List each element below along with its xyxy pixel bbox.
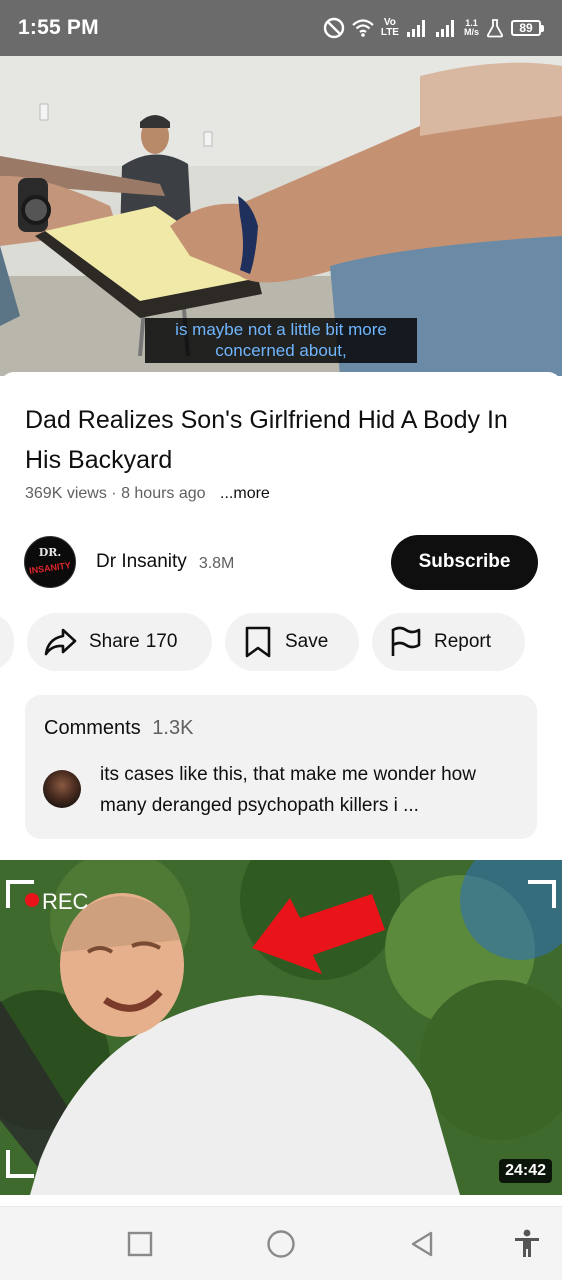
video-duration: 24:42 [499, 1159, 552, 1183]
back-button[interactable] [405, 1227, 439, 1261]
status-icons: Vo LTE 1.1 M/s 89 [323, 17, 544, 39]
signal-icon [406, 20, 425, 37]
comments-section[interactable]: Comments 1.3K its cases like this, that … [25, 695, 537, 839]
top-comment: its cases like this, that make me wonder… [100, 764, 476, 816]
bookmark-icon [245, 626, 271, 658]
signal-icon [435, 20, 454, 37]
next-video-thumbnail[interactable]: REC 24:42 [0, 860, 562, 1195]
report-label: Report [434, 631, 492, 652]
accessibility-icon [515, 1229, 539, 1257]
more-link[interactable]: ...more [220, 485, 270, 502]
subscriber-count: 3.8M [198, 554, 235, 572]
battery-icon: 89 [511, 20, 544, 36]
flag-icon [391, 626, 421, 656]
square-icon [127, 1231, 153, 1257]
recents-button[interactable] [123, 1227, 157, 1261]
battery-tip [541, 24, 544, 32]
share-count: 170 [145, 631, 178, 652]
lab-icon [486, 19, 504, 38]
caption-line-2: concerned about, [215, 341, 347, 360]
action-chips: Share 170 Save Report [0, 613, 562, 671]
save-label: Save [285, 631, 329, 652]
system-navigation-bar [0, 1206, 562, 1280]
like-chip[interactable] [0, 613, 14, 671]
save-button[interactable]: Save [225, 613, 359, 671]
share-icon [44, 628, 77, 656]
upload-age: 8 hours ago [121, 485, 206, 502]
video-caption: is maybe not a little bit more concerned… [145, 318, 417, 363]
wifi-icon [352, 19, 374, 37]
channel-name[interactable]: Dr Insanity [96, 551, 187, 573]
avatar-logo-bottom: INSANITY [28, 560, 72, 576]
avatar-logo-top: DR. [38, 546, 62, 559]
video-details-sheet: Dad Realizes Son's Girlfriend Hid A Body… [0, 372, 562, 1206]
subscribe-button[interactable]: Subscribe [391, 534, 538, 590]
share-label: Share [89, 631, 140, 652]
avatar [43, 770, 81, 808]
status-bar: 1:55 PM Vo LTE 1.1 M/s 89 [0, 0, 562, 56]
back-triangle-icon [411, 1231, 433, 1257]
volte-bottom: LTE [380, 27, 399, 38]
accessibility-button[interactable] [510, 1227, 544, 1261]
channel-avatar[interactable]: DR. INSANITY [24, 536, 76, 588]
volte-indicator: Vo LTE [381, 18, 399, 38]
speed-unit: M/s [463, 27, 479, 37]
dnd-icon [323, 17, 345, 39]
rec-label: REC [42, 889, 89, 914]
video-meta[interactable]: 369K views · 8 hours ago ...more [25, 485, 270, 503]
circle-icon [267, 1230, 295, 1258]
home-button[interactable] [264, 1227, 298, 1261]
comments-label: Comments [44, 717, 141, 739]
report-button[interactable]: Report [372, 613, 525, 671]
battery-level: 89 [511, 20, 541, 36]
share-button[interactable]: Share 170 [27, 613, 212, 671]
comments-header: Comments 1.3K [44, 717, 193, 740]
view-count: 369K views [25, 485, 107, 502]
comments-count: 1.3K [152, 717, 194, 739]
caption-line-1: is maybe not a little bit more [175, 320, 387, 339]
video-title[interactable]: Dad Realizes Son's Girlfriend Hid A Body… [25, 400, 545, 480]
thumbnail-image: REC [0, 860, 562, 1195]
channel-row: DR. INSANITY Dr Insanity 3.8M Subscribe [24, 534, 538, 590]
meta-separator: · [111, 485, 117, 502]
video-player[interactable]: is maybe not a little bit more concerned… [0, 56, 562, 376]
network-speed: 1.1 M/s [464, 19, 479, 37]
status-time: 1:55 PM [18, 16, 99, 39]
